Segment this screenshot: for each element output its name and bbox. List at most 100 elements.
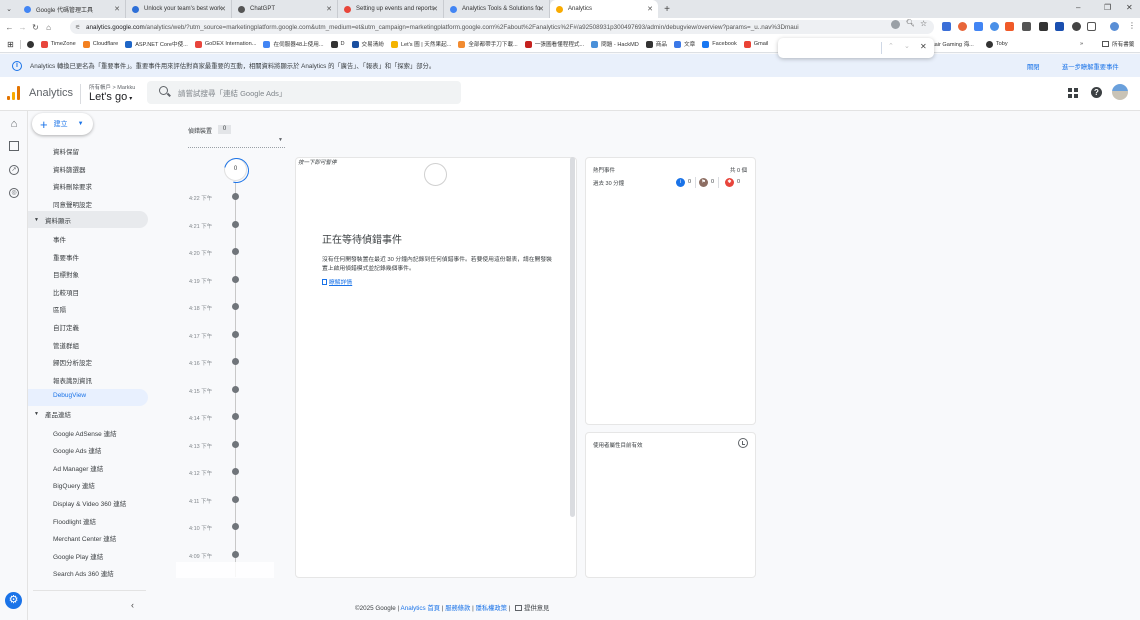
bookmark-item[interactable]: TimeZone — [40, 40, 76, 48]
nav-item[interactable]: Ad Manager 連結 — [53, 463, 103, 473]
bookmark-item[interactable]: Facebook — [702, 40, 737, 48]
browser-tab[interactable]: Unlock your team's best work ✕ — [126, 0, 232, 18]
extension-icon[interactable] — [990, 22, 999, 31]
timeline-minute-dot[interactable] — [232, 330, 239, 338]
extension-icon[interactable] — [942, 22, 951, 31]
bookmark-item[interactable]: 商品 — [645, 40, 667, 48]
timeline-minute-dot[interactable] — [232, 193, 239, 200]
browser-tab[interactable]: Analytics ✕ — [550, 0, 658, 18]
debug-device-select[interactable]: ▼ — [188, 137, 285, 148]
nav-section[interactable]: ▼ 產品連結 — [28, 405, 148, 422]
minimize-button[interactable]: – — [1076, 3, 1080, 12]
collapse-nav-icon[interactable]: ‹ — [131, 600, 134, 610]
property-selector[interactable]: Let's go ▾ — [89, 91, 132, 103]
bookmark-item[interactable]: 全部都帶手刀下載... — [458, 40, 518, 48]
nav-item[interactable]: 目標對象 — [53, 269, 79, 279]
tab-close-icon[interactable]: ✕ — [220, 5, 226, 13]
bookmark-item[interactable]: 交易清紛 — [351, 40, 384, 48]
tab-close-icon[interactable]: ✕ — [538, 5, 544, 13]
footer-home-link[interactable]: Analytics 首頁 — [401, 605, 441, 612]
browser-tab[interactable]: ChatGPT ✕ — [232, 0, 338, 18]
timeline-minute-dot[interactable] — [232, 385, 239, 393]
seconds-stream-counter[interactable]: 0 — [224, 158, 247, 181]
extension-icon[interactable] — [1072, 22, 1081, 31]
nav-item[interactable]: 同意聲明設定 — [53, 199, 92, 209]
history-icon[interactable] — [738, 438, 748, 448]
bookmark-item[interactable]: Let's 圖 | 天然果起... — [390, 40, 451, 48]
extension-icon[interactable] — [1005, 22, 1014, 31]
bookmark-item[interactable]: D — [330, 40, 345, 48]
help-icon[interactable]: ? — [1091, 87, 1102, 98]
nav-item[interactable]: Google Ads 連結 — [53, 445, 101, 455]
nav-item[interactable]: 管道群組 — [53, 340, 79, 350]
site-settings-icon[interactable]: ⚟ — [75, 24, 80, 31]
find-bar[interactable]: ⌃ ⌄ ✕ — [778, 38, 934, 58]
banner-dismiss-button[interactable]: 關閉 — [1027, 62, 1040, 71]
apps-grid-icon[interactable] — [1068, 88, 1078, 98]
find-next-icon[interactable]: ⌄ — [904, 42, 910, 50]
tab-close-icon[interactable]: ✕ — [647, 5, 653, 13]
account-breadcrumb[interactable]: 所有帳戶 > Markku — [89, 83, 135, 91]
nav-item[interactable]: Merchant Center 連結 — [53, 533, 116, 543]
globe-icon[interactable] — [26, 40, 34, 48]
tab-close-icon[interactable]: ✕ — [432, 5, 438, 13]
extension-icon[interactable] — [1055, 22, 1064, 31]
reports-icon[interactable] — [9, 141, 19, 151]
footer-feedback-button[interactable]: 提供意見 — [512, 605, 549, 612]
bookmark-star-icon[interactable]: ☆ — [920, 19, 927, 28]
bookmark-item[interactable]: 文章 — [673, 40, 695, 48]
bookmarks-overflow-button[interactable]: » — [1080, 41, 1083, 47]
bookmark-item[interactable]: Toby — [985, 40, 1008, 48]
tab-search-chevron-icon[interactable]: ⌄ — [0, 5, 18, 13]
nav-item[interactable]: BigQuery 連結 — [53, 480, 95, 490]
nav-item[interactable]: 資料刪除要求 — [53, 181, 92, 191]
find-previous-icon[interactable]: ⌃ — [888, 42, 894, 50]
home-icon[interactable]: ⌂ — [8, 118, 20, 130]
nav-item[interactable]: 報表識別資訊 — [53, 375, 92, 385]
timeline-minute-dot[interactable] — [232, 358, 239, 365]
bookmark-item[interactable]: ASP.NET Core中使... — [125, 40, 188, 48]
timeline-minute-dot[interactable] — [232, 220, 239, 228]
nav-item[interactable]: 重要事件 — [53, 252, 79, 262]
nav-item[interactable]: Search Ads 360 連結 — [53, 568, 114, 578]
bookmark-item[interactable]: GoDEX Internation... — [194, 40, 256, 48]
timeline-minute-dot[interactable] — [232, 440, 239, 448]
footer-terms-link[interactable]: 服務條款 — [445, 605, 470, 612]
timeline-minute-dot[interactable] — [232, 523, 239, 530]
reader-icon[interactable] — [891, 20, 900, 29]
search-input[interactable]: 請嘗試搜尋「連結 Google Ads」 — [147, 81, 461, 104]
bookmark-item[interactable]: 在伺服器48上使用... — [263, 40, 324, 48]
profile-icon[interactable] — [1110, 22, 1119, 31]
explore-icon[interactable]: ↗ — [9, 165, 19, 175]
stream-scrollbar[interactable] — [570, 157, 575, 517]
browser-tab[interactable]: Analytics Tools & Solutions fo ✕ — [444, 0, 550, 18]
timeline-minute-dot[interactable] — [232, 550, 239, 558]
timeline-minute-dot[interactable] — [232, 413, 239, 420]
bookmark-item[interactable]: Cloudflare — [82, 40, 118, 48]
create-button[interactable]: + 建立 ▼ — [32, 113, 93, 135]
browser-tab[interactable]: Setting up events and reports ✕ — [338, 0, 444, 18]
admin-gear-icon[interactable]: ⚙ — [5, 592, 22, 609]
bookmark-item[interactable]: 問題 - HackMD — [591, 40, 639, 48]
find-input[interactable] — [780, 41, 880, 55]
nav-item[interactable]: 事件 — [53, 234, 66, 244]
apps-grid-icon[interactable]: ⊞ — [7, 40, 14, 49]
extension-icon[interactable] — [1039, 22, 1048, 31]
tab-close-icon[interactable]: ✕ — [114, 5, 120, 13]
bookmark-item[interactable]: 一張圖看懂程程式... — [524, 40, 584, 48]
extension-icon[interactable] — [958, 22, 967, 31]
zoom-icon[interactable]: 🔍︎ — [906, 19, 915, 27]
nav-item[interactable]: 歸因分析設定 — [53, 357, 92, 367]
nav-item[interactable]: Display & Video 360 連結 — [53, 498, 126, 508]
timeline-minute-dot[interactable] — [232, 248, 239, 255]
back-arrow-icon[interactable]: ← — [3, 23, 16, 32]
browser-menu-icon[interactable]: ⋮ — [1128, 21, 1136, 30]
avatar[interactable] — [1112, 84, 1128, 100]
browser-tab[interactable]: Google 代碼管理工具 ✕ — [18, 0, 126, 18]
new-tab-button[interactable]: + — [658, 4, 676, 15]
find-close-icon[interactable]: ✕ — [920, 42, 927, 51]
timeline-minute-dot[interactable] — [232, 468, 239, 475]
reload-icon[interactable]: ↻ — [29, 23, 42, 32]
nav-item[interactable]: 自訂定義 — [53, 322, 79, 332]
all-bookmarks-button[interactable]: 所有書籤 — [1102, 40, 1134, 48]
